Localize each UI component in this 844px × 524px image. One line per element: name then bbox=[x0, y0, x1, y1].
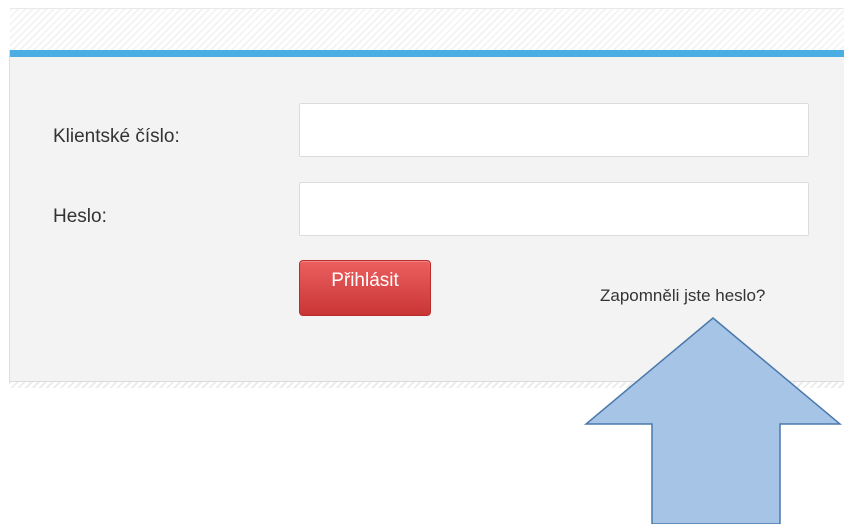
login-page: Klientské číslo: Heslo: Přihlásit Zapomn… bbox=[0, 0, 844, 524]
login-button[interactable]: Přihlásit bbox=[299, 260, 431, 316]
header-hatch bbox=[10, 8, 844, 51]
client-number-input[interactable] bbox=[299, 103, 809, 157]
up-arrow-icon bbox=[584, 317, 842, 524]
password-label: Heslo: bbox=[53, 206, 107, 227]
password-input[interactable] bbox=[299, 182, 809, 236]
client-number-label: Klientské číslo: bbox=[53, 126, 180, 147]
accent-bar bbox=[10, 50, 844, 57]
up-arrow-shape bbox=[584, 317, 842, 524]
forgot-password-link[interactable]: Zapomněli jste heslo? bbox=[600, 286, 765, 306]
